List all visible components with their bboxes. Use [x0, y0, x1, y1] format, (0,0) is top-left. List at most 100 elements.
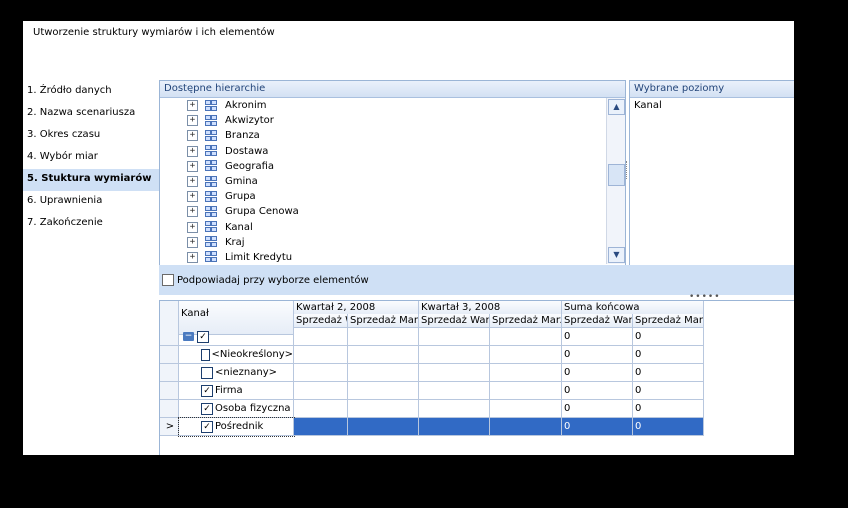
- tree-row-cell[interactable]: ✓ Osoba fizyczna: [179, 400, 294, 418]
- row-checkbox[interactable]: [201, 366, 213, 379]
- data-cell[interactable]: [490, 364, 562, 382]
- hierarchy-item[interactable]: + Grupa Cenowa: [160, 204, 605, 219]
- data-cell[interactable]: [419, 328, 490, 346]
- row-selector[interactable]: [160, 364, 179, 382]
- tree-root-cell[interactable]: − ✓: [179, 328, 294, 346]
- measure-header-value[interactable]: Sprzedaż Wartość: [294, 314, 348, 328]
- hierarchy-item[interactable]: + Kraj: [160, 235, 605, 250]
- expand-icon[interactable]: +: [187, 206, 198, 218]
- data-cell[interactable]: [419, 346, 490, 364]
- data-cell[interactable]: [419, 364, 490, 382]
- data-cell[interactable]: [294, 346, 348, 364]
- tree-row-cell[interactable]: <nieznany>: [179, 364, 294, 382]
- measure-header-value[interactable]: Sprzedaż Wartość: [562, 314, 633, 328]
- column-group-header[interactable]: Kwartał 2, 2008: [294, 301, 419, 315]
- data-cell[interactable]: [348, 364, 419, 382]
- hierarchy-item[interactable]: + Branza: [160, 128, 605, 143]
- hierarchy-item[interactable]: + Grupa: [160, 189, 605, 204]
- expand-icon[interactable]: +: [187, 221, 198, 233]
- data-cell[interactable]: [348, 328, 419, 346]
- hierarchy-item[interactable]: + Gmina: [160, 174, 605, 189]
- suggest-option[interactable]: Podpowiadaj przy wyborze elementów: [162, 274, 369, 286]
- column-group-header[interactable]: Suma końcowa: [562, 301, 704, 315]
- data-cell[interactable]: [490, 346, 562, 364]
- total-value-cell[interactable]: 0: [562, 400, 633, 418]
- step-uprawnienia[interactable]: 6. Uprawnienia: [23, 191, 159, 213]
- total-value-cell[interactable]: 0: [562, 346, 633, 364]
- data-cell[interactable]: [490, 382, 562, 400]
- hierarchy-item[interactable]: + Limit Kredytu: [160, 250, 605, 265]
- measure-header-margin[interactable]: Sprzedaż Marża: [633, 314, 704, 328]
- data-cell[interactable]: [294, 382, 348, 400]
- hierarchy-item[interactable]: + Dostawa: [160, 144, 605, 159]
- expand-icon[interactable]: +: [187, 160, 198, 172]
- expand-icon[interactable]: +: [187, 130, 198, 142]
- pivot-grid[interactable]: KanałKwartał 2, 2008Sprzedaż WartośćSprz…: [159, 300, 794, 455]
- total-value-cell[interactable]: 0: [562, 418, 633, 436]
- row-checkbox[interactable]: ✓: [197, 330, 209, 343]
- scroll-up-icon[interactable]: ▲: [608, 99, 625, 115]
- selected-level-item[interactable]: Kanal: [630, 98, 794, 113]
- data-cell[interactable]: [419, 418, 490, 436]
- row-checkbox[interactable]: ✓: [201, 384, 213, 397]
- column-group-header[interactable]: Kwartał 3, 2008: [419, 301, 562, 315]
- step-zrodlo-danych[interactable]: 1. Źródło danych: [23, 81, 159, 103]
- hierarchy-item[interactable]: + Akronim: [160, 98, 605, 113]
- expand-icon[interactable]: +: [187, 251, 198, 263]
- step-okres-czasu[interactable]: 3. Okres czasu: [23, 125, 159, 147]
- total-value-cell[interactable]: 0: [562, 328, 633, 346]
- data-cell[interactable]: [294, 418, 348, 436]
- step-wybor-miar[interactable]: 4. Wybór miar: [23, 147, 159, 169]
- measure-header-value[interactable]: Sprzedaż Wartość: [419, 314, 490, 328]
- measure-header-margin[interactable]: Sprzedaż Marża: [490, 314, 562, 328]
- scroll-down-icon[interactable]: ▼: [608, 247, 625, 263]
- data-cell[interactable]: [348, 418, 419, 436]
- total-margin-cell[interactable]: 0: [633, 346, 704, 364]
- total-margin-cell[interactable]: 0: [633, 418, 704, 436]
- row-selector[interactable]: [160, 400, 179, 418]
- expand-icon[interactable]: +: [187, 100, 198, 112]
- step-nazwa-scenariusza[interactable]: 2. Nazwa scenariusza: [23, 103, 159, 125]
- data-cell[interactable]: [490, 400, 562, 418]
- total-margin-cell[interactable]: 0: [633, 328, 704, 346]
- suggest-checkbox[interactable]: [162, 274, 174, 286]
- collapse-icon[interactable]: −: [183, 332, 194, 341]
- total-margin-cell[interactable]: 0: [633, 382, 704, 400]
- data-cell[interactable]: [294, 328, 348, 346]
- row-checkbox[interactable]: ✓: [201, 420, 213, 433]
- hierarchy-item[interactable]: + Kanal: [160, 220, 605, 235]
- expand-icon[interactable]: +: [187, 115, 198, 127]
- data-cell[interactable]: [348, 382, 419, 400]
- step-struktura-wymiarow[interactable]: 5. Stuktura wymiarów: [23, 169, 159, 191]
- step-zakonczenie[interactable]: 7. Zakończenie: [23, 213, 159, 235]
- scroll-thumb[interactable]: [608, 164, 625, 186]
- data-cell[interactable]: [490, 418, 562, 436]
- row-selector[interactable]: [160, 328, 179, 346]
- data-cell[interactable]: [294, 400, 348, 418]
- expand-icon[interactable]: +: [187, 145, 198, 157]
- data-cell[interactable]: [348, 400, 419, 418]
- data-cell[interactable]: [294, 364, 348, 382]
- data-cell[interactable]: [419, 382, 490, 400]
- tree-row-cell[interactable]: ✓ Pośrednik: [178, 417, 295, 437]
- total-value-cell[interactable]: 0: [562, 382, 633, 400]
- data-cell[interactable]: [490, 328, 562, 346]
- data-cell[interactable]: [348, 346, 419, 364]
- data-cell[interactable]: [419, 400, 490, 418]
- tree-row-cell[interactable]: <Nieokreślony>: [179, 346, 294, 364]
- total-margin-cell[interactable]: 0: [633, 364, 704, 382]
- expand-icon[interactable]: +: [187, 236, 198, 248]
- expand-icon[interactable]: +: [187, 176, 198, 188]
- tree-row-cell[interactable]: ✓ Firma: [179, 382, 294, 400]
- hierarchy-scrollbar[interactable]: ▲ ▼: [606, 98, 625, 264]
- hierarchy-item[interactable]: + Geografia: [160, 159, 605, 174]
- total-margin-cell[interactable]: 0: [633, 400, 704, 418]
- row-selector[interactable]: [160, 346, 179, 364]
- row-checkbox[interactable]: ✓: [201, 402, 213, 415]
- hierarchy-tree[interactable]: + Akronim + Akwizytor + Branza + Dostawa + Geogra…: [160, 98, 605, 265]
- hierarchy-item[interactable]: + Akwizytor: [160, 113, 605, 128]
- expand-icon[interactable]: +: [187, 191, 198, 203]
- measure-header-margin[interactable]: Sprzedaż Marża: [348, 314, 419, 328]
- total-value-cell[interactable]: 0: [562, 364, 633, 382]
- row-selector[interactable]: [160, 382, 179, 400]
